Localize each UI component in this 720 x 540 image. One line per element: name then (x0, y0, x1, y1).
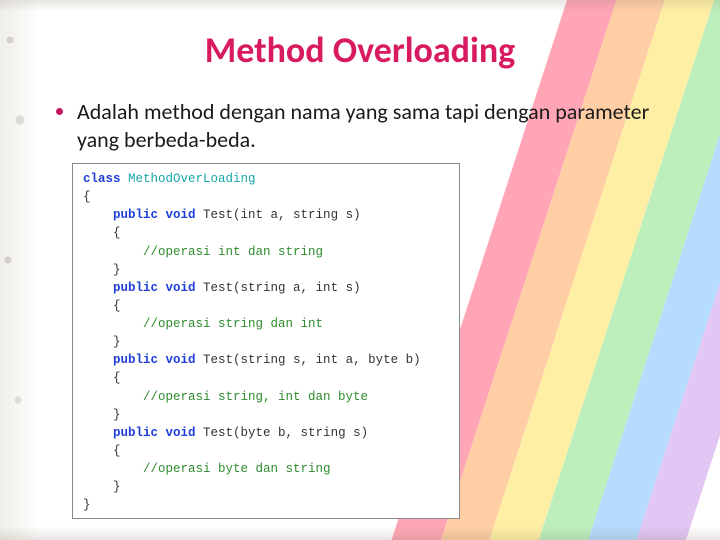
method-sig-pre: public void (113, 426, 203, 440)
brace-open: { (113, 444, 121, 458)
comment: //operasi string, int dan byte (143, 390, 368, 404)
brace-close: } (113, 263, 121, 277)
brace-open: { (83, 188, 449, 206)
method-params: (int a, string s) (233, 208, 361, 222)
bullet-text: Adalah method dengan nama yang sama tapi… (77, 98, 668, 153)
method-name: Test (203, 353, 233, 367)
brace-close: } (113, 335, 121, 349)
bullet-dot-icon (56, 108, 63, 115)
slide-title: Method Overloading (52, 28, 668, 72)
brace-close: } (113, 480, 121, 494)
brace-open: { (113, 371, 121, 385)
grunge-bottom (0, 526, 720, 540)
method-sig-pre: public void (113, 353, 203, 367)
keyword-class: class (83, 172, 121, 186)
comment: //operasi byte dan string (143, 462, 331, 476)
brace-open: { (113, 299, 121, 313)
method-params: (string s, int a, byte b) (233, 353, 421, 367)
method-name: Test (203, 281, 233, 295)
method-params: (string a, int s) (233, 281, 361, 295)
method-sig-pre: public void (113, 208, 203, 222)
slide-content: Method Overloading Adalah method dengan … (0, 0, 720, 519)
bullet-item: Adalah method dengan nama yang sama tapi… (52, 98, 668, 153)
method-name: Test (203, 208, 233, 222)
comment: //operasi int dan string (143, 245, 323, 259)
code-snippet: class MethodOverLoading { public void Te… (72, 163, 460, 519)
brace-close: } (83, 496, 449, 514)
class-name: MethodOverLoading (128, 172, 256, 186)
method-params: (byte b, string s) (233, 426, 368, 440)
method-sig-pre: public void (113, 281, 203, 295)
brace-open: { (113, 226, 121, 240)
brace-close: } (113, 408, 121, 422)
comment: //operasi string dan int (143, 317, 323, 331)
method-name: Test (203, 426, 233, 440)
